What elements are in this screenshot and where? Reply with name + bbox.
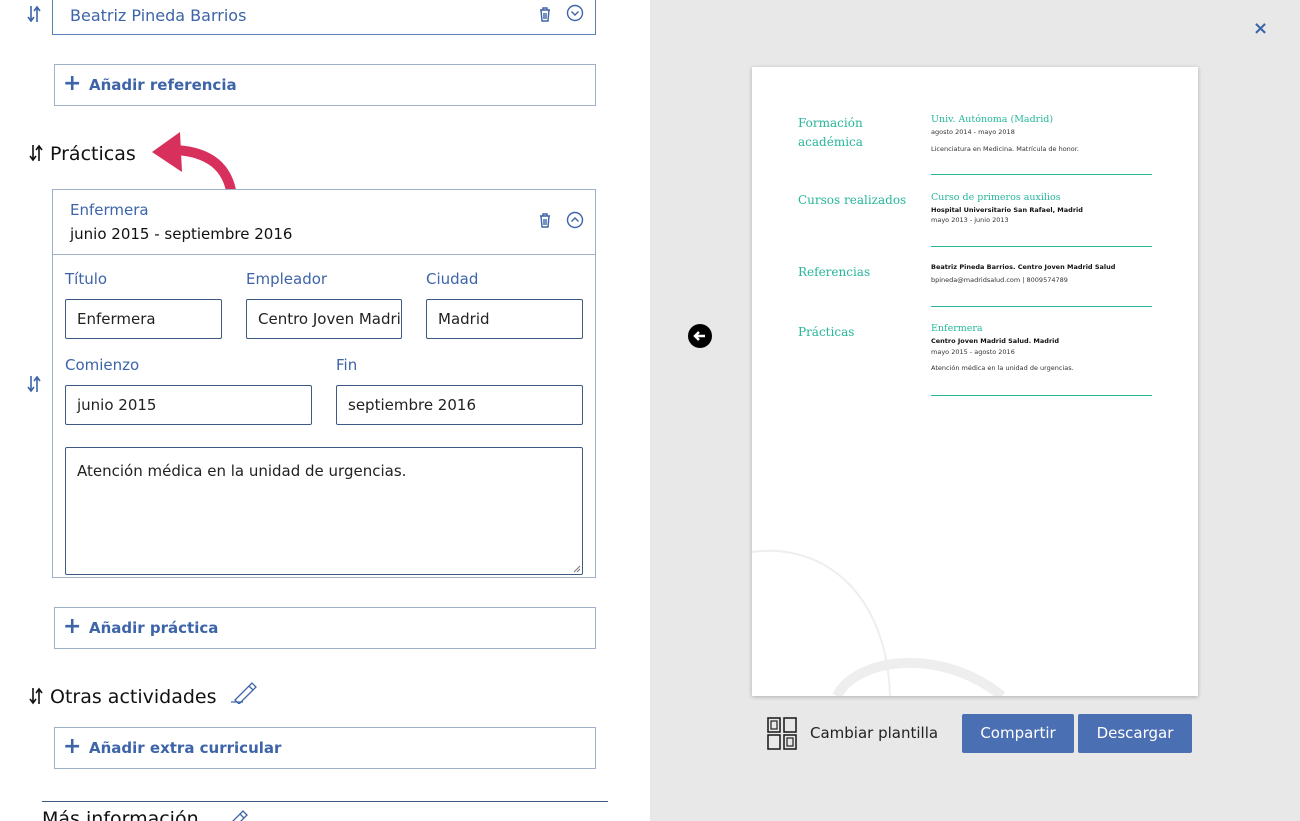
add-reference-label: Añadir referencia <box>89 76 237 94</box>
share-button[interactable]: Compartir <box>962 714 1074 753</box>
reference-item-name: Beatriz Pineda Barrios <box>70 6 247 25</box>
end-date-field[interactable]: septiembre 2016 <box>336 385 583 425</box>
city-label: Ciudad <box>426 270 479 288</box>
description-textarea[interactable]: Atención médica en la unidad de urgencia… <box>65 447 583 575</box>
chevron-up-icon[interactable] <box>566 211 584 229</box>
cv-item-title: Curso de primeros auxilios <box>931 192 1061 203</box>
edit-pen-icon[interactable] <box>220 808 250 821</box>
cv-section-heading: Formación académica <box>798 116 863 149</box>
cv-section-heading: Cursos realizados <box>798 193 907 207</box>
employer-field[interactable]: Centro Joven Madrid Salud <box>246 299 402 339</box>
arrow-left-icon[interactable] <box>688 324 712 348</box>
start-label: Comienzo <box>65 356 140 374</box>
trash-icon[interactable] <box>536 5 554 23</box>
cv-section-heading: Referencias <box>798 265 871 279</box>
preview-panel: × Formación académica Univ. Autónoma (Ma… <box>650 0 1300 821</box>
city-field[interactable]: Madrid <box>426 299 583 339</box>
reorder-icon[interactable] <box>28 142 44 164</box>
card-divider <box>53 254 595 255</box>
template-grid-icon[interactable] <box>767 717 797 750</box>
plus-icon: + <box>63 614 82 639</box>
resize-handle-icon[interactable] <box>572 564 581 573</box>
cv-divider <box>931 306 1152 307</box>
chevron-down-icon[interactable] <box>566 4 584 22</box>
section-divider <box>42 801 608 802</box>
reorder-icon[interactable] <box>26 3 42 25</box>
cv-divider <box>931 395 1152 396</box>
practice-item-title: Enfermera <box>70 201 149 219</box>
add-extracurricular-label: Añadir extra curricular <box>89 739 282 757</box>
cv-item-dates: mayo 2013 - junio 2013 <box>931 216 1009 224</box>
plus-icon: + <box>63 71 82 96</box>
cv-preview-page: Formación académica Univ. Autónoma (Madr… <box>752 67 1198 696</box>
close-icon[interactable]: × <box>1253 18 1268 39</box>
practices-section-title: Prácticas <box>50 143 136 165</box>
add-practice-button[interactable]: + Añadir práctica <box>54 607 596 649</box>
add-practice-label: Añadir práctica <box>89 619 219 637</box>
end-label: Fin <box>336 356 358 374</box>
practice-item-card: Enfermera junio 2015 - septiembre 2016 T… <box>52 189 596 578</box>
more-info-title: Más información <box>42 808 199 821</box>
title-label: Título <box>65 270 108 288</box>
description-text: Atención médica en la unidad de urgencia… <box>77 462 407 480</box>
practice-item-dates: junio 2015 - septiembre 2016 <box>70 225 293 243</box>
cv-item-dates: agosto 2014 - mayo 2018 <box>931 128 1015 136</box>
cv-divider <box>931 174 1152 175</box>
edit-pen-icon[interactable] <box>229 680 259 704</box>
cv-item-contact: bpineda@madridsalud.com | 8009574789 <box>931 276 1068 284</box>
other-activities-title: Otras actividades <box>50 686 217 708</box>
reorder-icon[interactable] <box>28 685 44 707</box>
reorder-icon[interactable] <box>26 373 42 395</box>
plus-icon: + <box>63 734 82 759</box>
cv-item-description: Atención médica en la unidad de urgencia… <box>931 364 1074 372</box>
start-date-field[interactable]: junio 2015 <box>65 385 312 425</box>
add-reference-button[interactable]: + Añadir referencia <box>54 64 596 106</box>
cv-item-org: Centro Joven Madrid Salud. Madrid <box>931 337 1060 345</box>
cv-item-title: Univ. Autónoma (Madrid) <box>931 114 1054 125</box>
change-template-label[interactable]: Cambiar plantilla <box>810 724 938 742</box>
reference-item-card[interactable]: Beatriz Pineda Barrios <box>52 0 596 35</box>
cv-item-description: Licenciatura en Medicina. Matrícula de h… <box>931 145 1079 153</box>
editor-panel: Beatriz Pineda Barrios + Añadir referenc… <box>0 0 650 821</box>
title-field[interactable]: Enfermera <box>65 299 222 339</box>
decorative-circles <box>752 549 1006 696</box>
cv-item-dates: mayo 2015 - agosto 2016 <box>931 348 1015 356</box>
trash-icon[interactable] <box>536 211 554 229</box>
cv-item-title: Enfermera <box>931 323 983 334</box>
employer-label: Empleador <box>246 270 328 288</box>
cv-item-org: Hospital Universitario San Rafael, Madri… <box>931 206 1083 214</box>
add-extracurricular-button[interactable]: + Añadir extra curricular <box>54 727 596 769</box>
cv-section-heading: Prácticas <box>798 325 855 339</box>
cv-item-org: Beatriz Pineda Barrios. Centro Joven Mad… <box>931 263 1116 271</box>
download-button[interactable]: Descargar <box>1078 714 1192 753</box>
cv-divider <box>931 246 1152 247</box>
